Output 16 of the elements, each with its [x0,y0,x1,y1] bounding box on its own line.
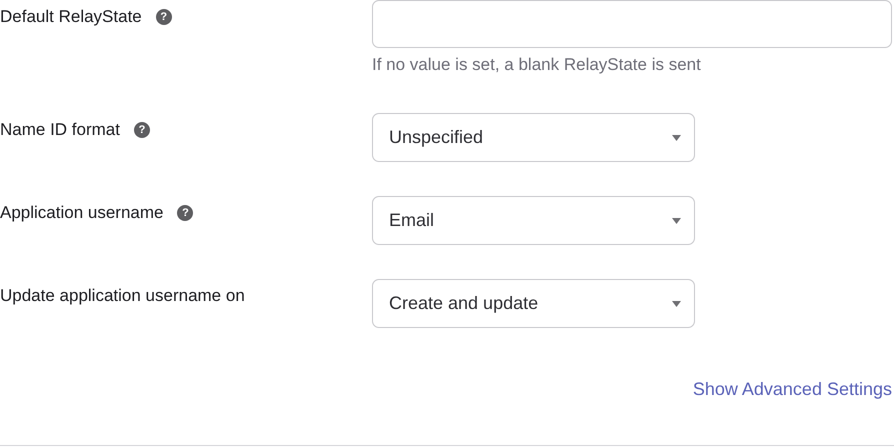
field-label: Name ID format [0,120,120,140]
caret-icon [672,218,681,224]
caret-icon [672,300,681,306]
help-icon[interactable]: ? [134,122,150,138]
field-label: Application username [0,203,164,223]
help-text: If no value is set, a blank RelayState is sent [372,55,702,75]
help-icon[interactable]: ? [156,9,172,25]
caret-icon [672,134,681,140]
dropdown[interactable]: Create and update [372,279,695,328]
dropdown[interactable]: Email [372,196,695,245]
help-icon[interactable]: ? [177,205,194,221]
advanced-settings-link[interactable]: Show Advanced Settings [692,379,892,400]
field-label: Update application username on [0,286,245,306]
input-field[interactable] [372,0,892,48]
field-label: Default RelayState [0,7,142,27]
dropdown[interactable]: Unspecified [372,113,695,162]
